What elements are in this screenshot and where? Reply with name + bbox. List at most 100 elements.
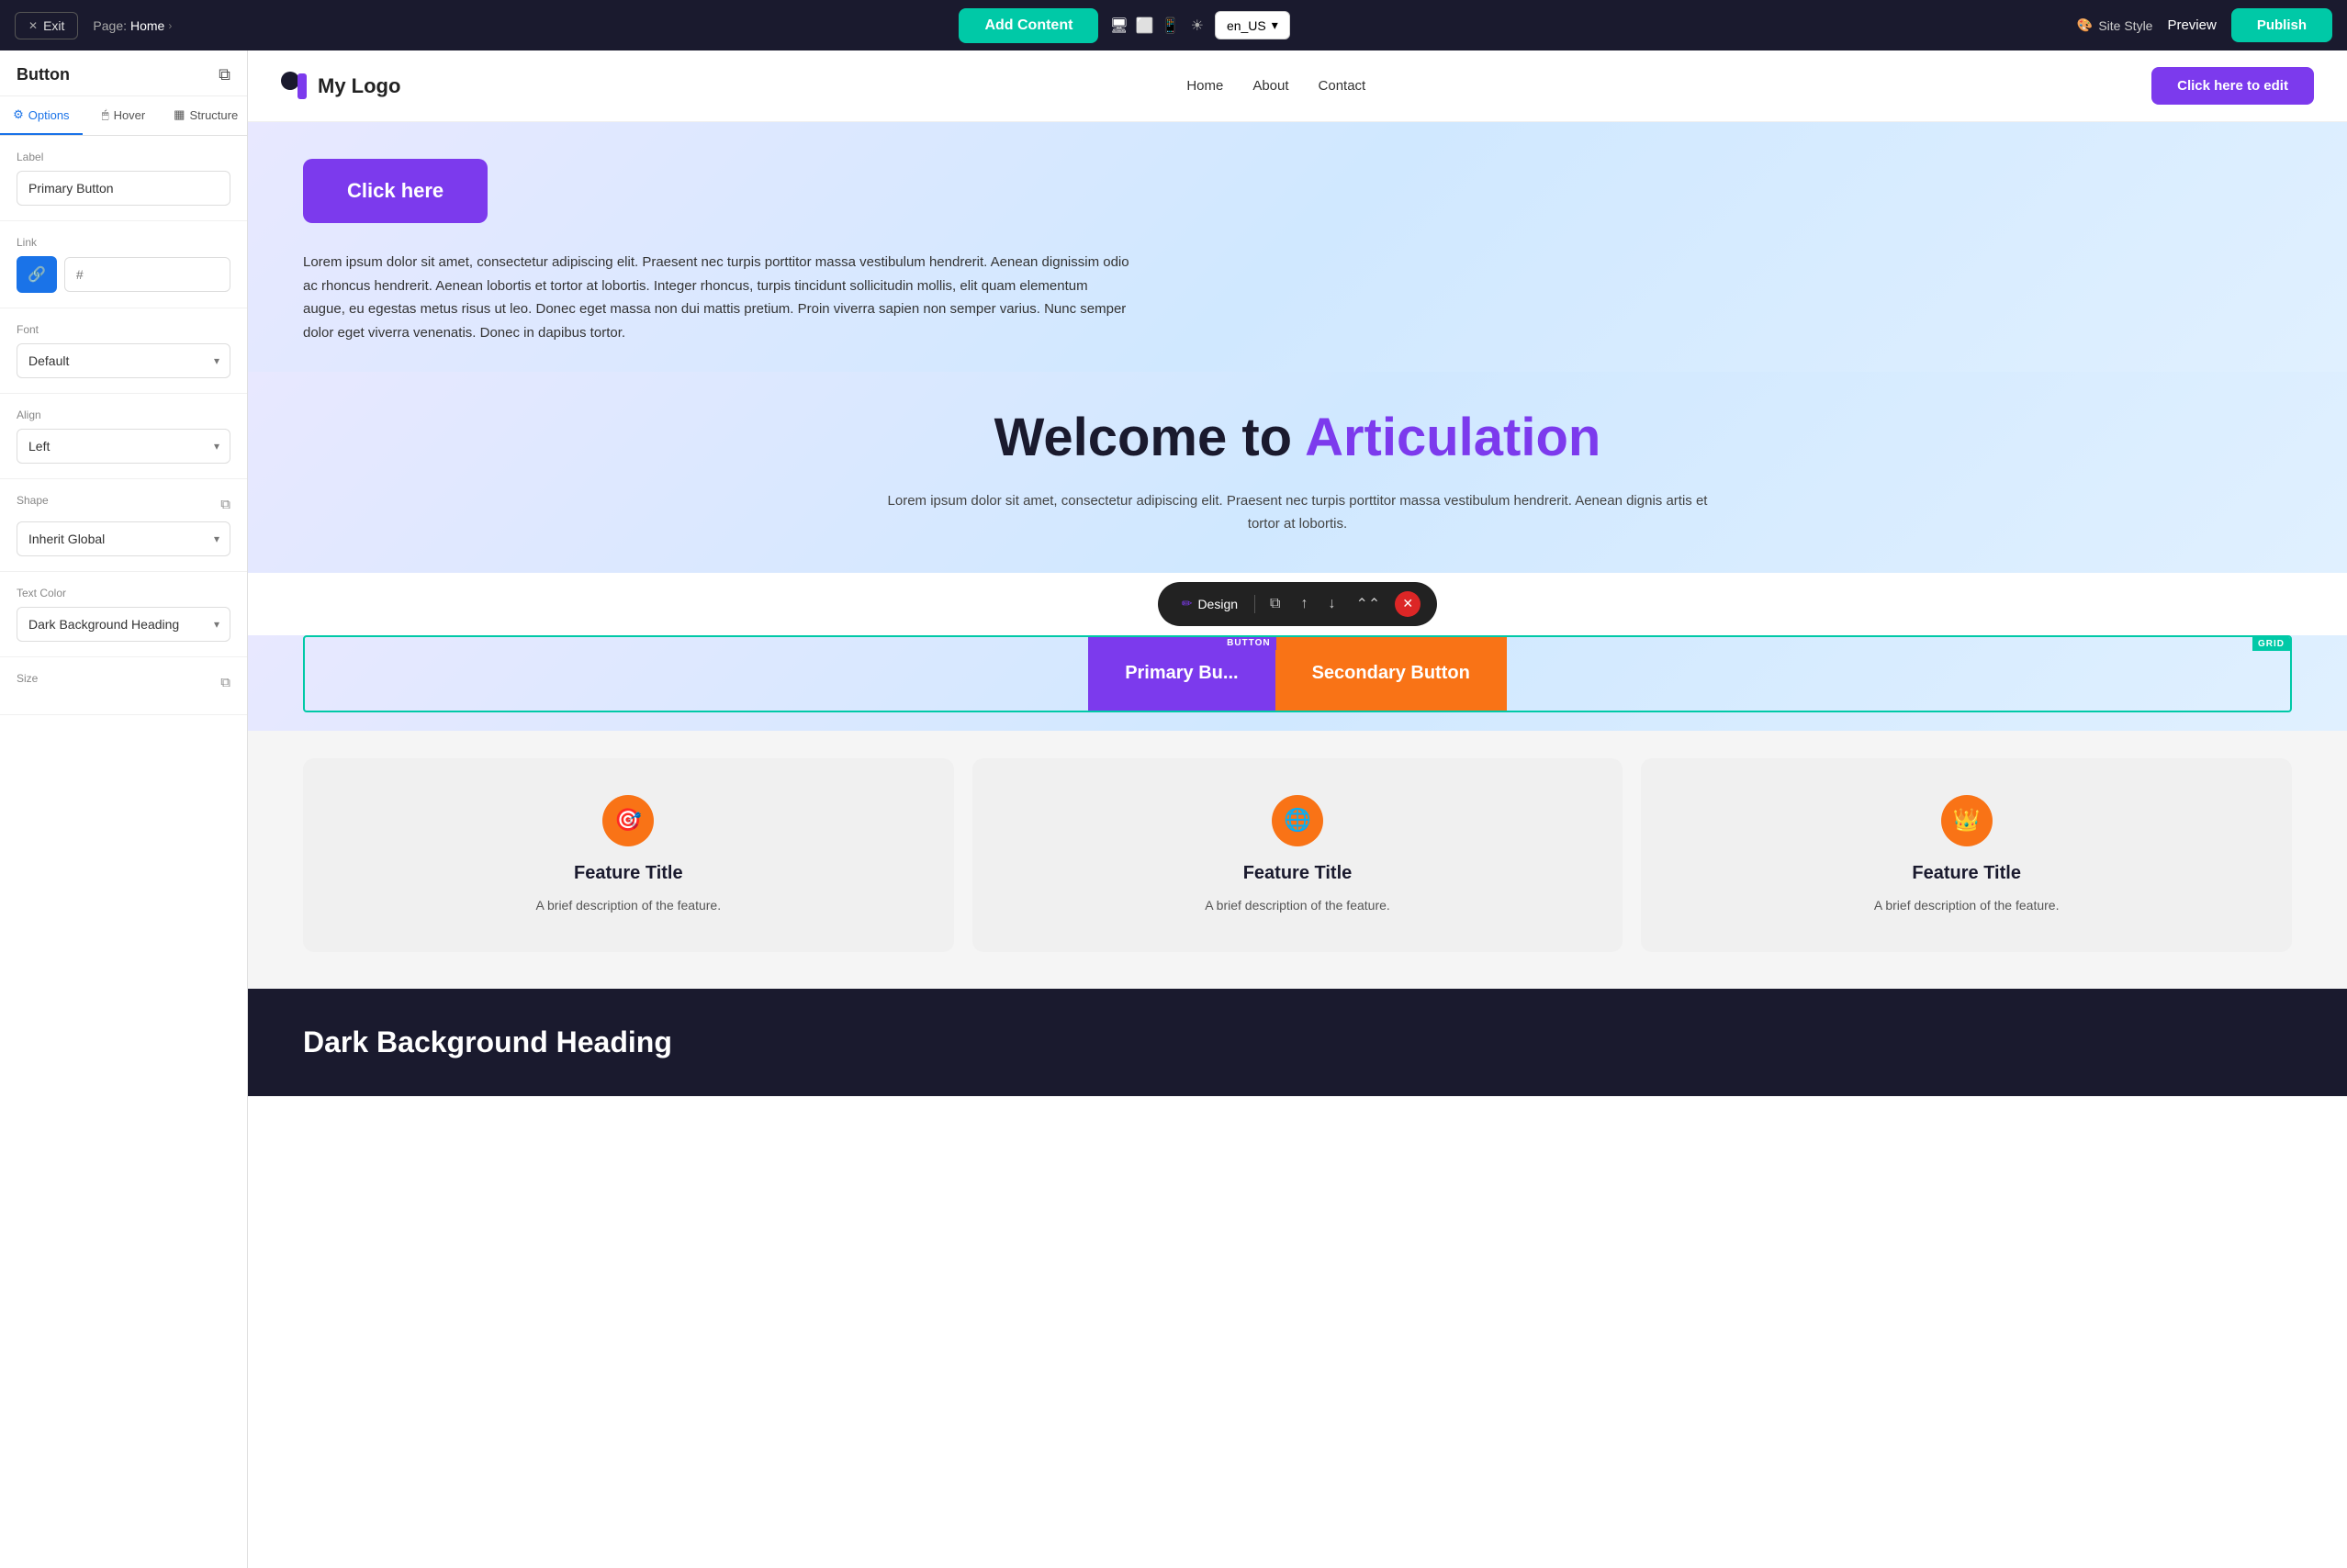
chevron-down-icon: ▾ bbox=[1272, 17, 1278, 33]
secondary-button-col[interactable]: Secondary Button bbox=[1275, 637, 1507, 711]
page-label: Page: Home › bbox=[93, 18, 172, 33]
align-select-wrapper: Left Center Right ▾ bbox=[17, 429, 230, 464]
exit-label: Exit bbox=[43, 18, 64, 33]
x-icon: ✕ bbox=[28, 19, 38, 32]
link-section-title: Link bbox=[17, 236, 230, 249]
shape-copy-button[interactable]: ⧉ bbox=[220, 497, 230, 512]
text-color-section-title: Text Color bbox=[17, 587, 230, 599]
move-up-button[interactable]: ↑ bbox=[1295, 592, 1313, 616]
feature-icon-3: 👑 bbox=[1941, 795, 1993, 846]
toolbar-divider bbox=[1254, 595, 1255, 613]
exit-button[interactable]: ✕ Exit bbox=[15, 12, 78, 39]
nav-link-contact[interactable]: Contact bbox=[1319, 78, 1366, 94]
desktop-icon[interactable]: 🖥 bbox=[1109, 17, 1128, 35]
logo-icon bbox=[281, 72, 310, 101]
feature-card-3: 👑 Feature Title A brief description of t… bbox=[1641, 758, 2292, 952]
tab-structure-label: Structure bbox=[189, 108, 238, 122]
shape-select-wrapper: Inherit Global Rounded Square Pill ▾ bbox=[17, 521, 230, 556]
font-section: Font Default System Custom ▾ bbox=[0, 308, 247, 394]
publish-button[interactable]: Publish bbox=[2231, 8, 2332, 42]
text-color-select[interactable]: Dark Background Heading Light Dark Custo… bbox=[17, 607, 230, 642]
tab-hover-label: Hover bbox=[114, 108, 146, 122]
sidebar-header: Button ⧉ bbox=[0, 50, 247, 96]
tab-structure[interactable]: ▦ Structure bbox=[164, 96, 247, 135]
feature-icon-2: 🌐 bbox=[1272, 795, 1323, 846]
tab-bar: ⚙ Options 🖱 Hover ▦ Structure bbox=[0, 96, 247, 136]
primary-button-col[interactable]: Primary Bu... BUTTON bbox=[1088, 637, 1275, 711]
button-badge: BUTTON bbox=[1221, 636, 1275, 650]
design-label: Design bbox=[1197, 597, 1238, 611]
floating-toolbar: ✏ Design ⧉ ↑ ↓ ⌃⌃ ✕ bbox=[1158, 582, 1438, 626]
hero-text: Lorem ipsum dolor sit amet, consectetur … bbox=[303, 251, 1129, 344]
feature-title-1: Feature Title bbox=[331, 863, 926, 884]
feature-desc-3: A brief description of the feature. bbox=[1668, 895, 2264, 915]
site-style-label: Site Style bbox=[2098, 18, 2152, 33]
delete-button[interactable]: ✕ bbox=[1395, 591, 1421, 617]
align-select[interactable]: Left Center Right bbox=[17, 429, 230, 464]
logo-rect bbox=[298, 73, 307, 99]
font-select[interactable]: Default System Custom bbox=[17, 343, 230, 378]
dark-heading: Dark Background Heading bbox=[303, 1025, 2292, 1059]
welcome-heading-part2: Articulation bbox=[1305, 408, 1600, 467]
site-preview: My Logo Home About Contact Click here to… bbox=[248, 50, 2347, 1568]
theme-toggle-icon[interactable]: ☀ bbox=[1191, 17, 1204, 35]
site-nav-links: Home About Contact bbox=[1186, 78, 1365, 94]
size-section: Size ⧉ bbox=[0, 657, 247, 715]
copy-button[interactable]: ⧉ bbox=[1264, 592, 1286, 616]
top-bar-left: ✕ Exit Page: Home › bbox=[15, 12, 172, 39]
site-nav: My Logo Home About Contact Click here to… bbox=[248, 50, 2347, 122]
nav-link-home[interactable]: Home bbox=[1186, 78, 1223, 94]
site-style-button[interactable]: 🎨 Site Style bbox=[2077, 17, 2153, 33]
link-icon-button[interactable]: 🔗 bbox=[17, 256, 57, 293]
palette-icon: 🎨 bbox=[2077, 17, 2093, 33]
welcome-section: Welcome to Articulation Lorem ipsum dolo… bbox=[248, 372, 2347, 573]
tab-options[interactable]: ⚙ Options bbox=[0, 96, 83, 135]
chevron-icon: › bbox=[168, 19, 172, 32]
size-copy-button[interactable]: ⧉ bbox=[220, 675, 230, 690]
lang-value: en_US bbox=[1227, 18, 1266, 33]
label-input[interactable] bbox=[17, 171, 230, 206]
preview-button[interactable]: Preview bbox=[2167, 17, 2216, 33]
design-button[interactable]: ✏ Design bbox=[1174, 592, 1245, 615]
floating-toolbar-container: ✏ Design ⧉ ↑ ↓ ⌃⌃ ✕ bbox=[248, 582, 2347, 626]
link-input[interactable] bbox=[64, 257, 230, 292]
size-section-title: Size bbox=[17, 672, 38, 685]
sidebar-title: Button bbox=[17, 65, 70, 84]
button-right-spacer: GRID bbox=[1507, 637, 2290, 711]
text-color-section: Text Color Dark Background Heading Light… bbox=[0, 572, 247, 657]
link-row: 🔗 bbox=[17, 256, 230, 293]
feature-desc-2: A brief description of the feature. bbox=[1000, 895, 1596, 915]
text-color-select-wrapper: Dark Background Heading Light Dark Custo… bbox=[17, 607, 230, 642]
tablet-icon[interactable]: ⬜ bbox=[1136, 17, 1154, 35]
mobile-icon[interactable]: 📱 bbox=[1162, 17, 1180, 35]
welcome-subtext-text: Lorem ipsum dolor sit amet, consectetur … bbox=[888, 493, 1663, 509]
welcome-subtext: Lorem ipsum dolor sit amet, consectetur … bbox=[884, 489, 1711, 536]
shape-select[interactable]: Inherit Global Rounded Square Pill bbox=[17, 521, 230, 556]
font-section-title: Font bbox=[17, 323, 230, 336]
align-section-title: Align bbox=[17, 409, 230, 421]
size-section-header: Size ⧉ bbox=[17, 672, 230, 692]
nav-link-about[interactable]: About bbox=[1252, 78, 1288, 94]
feature-desc-1: A brief description of the feature. bbox=[331, 895, 926, 915]
buttons-row: Primary Bu... BUTTON Secondary Button GR… bbox=[303, 635, 2292, 712]
hero-section: Click here Lorem ipsum dolor sit amet, c… bbox=[248, 122, 2347, 372]
shape-section-title: Shape bbox=[17, 494, 49, 507]
welcome-heading-part1: Welcome to bbox=[994, 408, 1305, 467]
tab-hover[interactable]: 🖱 Hover bbox=[83, 96, 165, 135]
buttons-row-container: Primary Bu... BUTTON Secondary Button GR… bbox=[248, 635, 2347, 731]
sidebar: Button ⧉ ⚙ Options 🖱 Hover ▦ Structure L… bbox=[0, 50, 248, 1568]
move-down-button[interactable]: ↓ bbox=[1322, 592, 1341, 616]
hero-cta-button[interactable]: Click here bbox=[303, 159, 488, 223]
pencil-icon: ✏ bbox=[1182, 596, 1193, 611]
hover-icon: 🖱 bbox=[102, 107, 109, 122]
collapse-button[interactable]: ⌃⌃ bbox=[1350, 591, 1386, 617]
add-content-button[interactable]: Add Content bbox=[959, 8, 1098, 43]
site-edit-button[interactable]: Click here to edit bbox=[2151, 67, 2314, 105]
top-bar-right: 🎨 Site Style Preview Publish bbox=[2077, 8, 2332, 42]
welcome-heading: Welcome to Articulation bbox=[303, 409, 2292, 467]
shape-section: Shape ⧉ Inherit Global Rounded Square Pi… bbox=[0, 479, 247, 572]
grid-badge: GRID bbox=[2252, 637, 2290, 651]
language-selector[interactable]: en_US ▾ bbox=[1215, 11, 1290, 39]
logo-text: My Logo bbox=[318, 74, 400, 98]
sidebar-expand-button[interactable]: ⧉ bbox=[219, 65, 230, 84]
